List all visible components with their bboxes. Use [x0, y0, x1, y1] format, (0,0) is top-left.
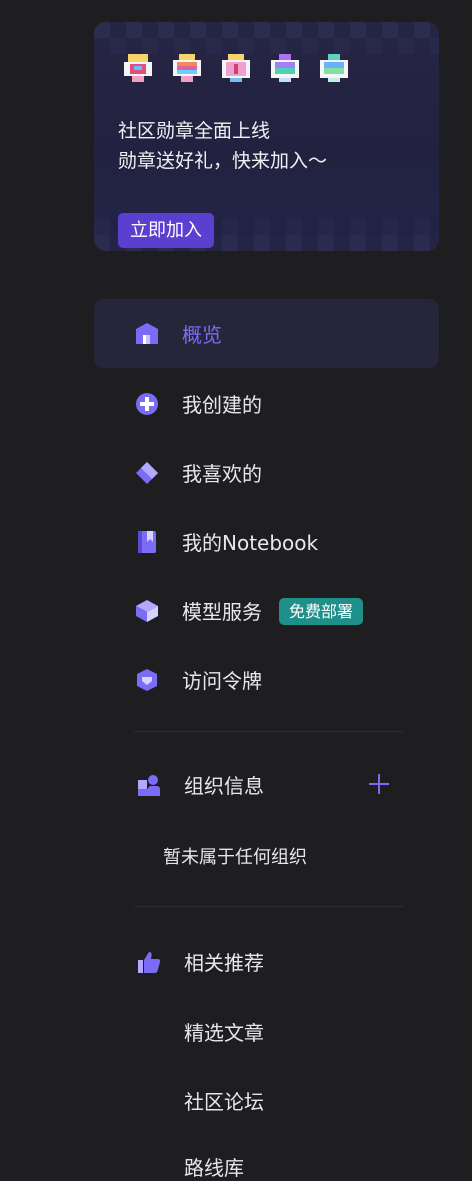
nav-label: 我创建的 [182, 393, 262, 417]
recommend-section-header: 相关推荐 [94, 927, 439, 996]
diamond-icon [134, 460, 160, 486]
nav-item-my-created[interactable]: 我创建的 [94, 369, 439, 438]
home-icon [134, 321, 160, 347]
badge-icon [124, 54, 152, 82]
free-deploy-badge: 免费部署 [279, 598, 364, 625]
divider [134, 906, 404, 907]
banner-line-2: 勋章送好礼，快来加入～ [118, 150, 328, 172]
community-badge-banner: 社区勋章全面上线 勋章送好礼，快来加入～ 立即加入 [94, 22, 439, 251]
link-featured-articles[interactable]: 精选文章 [184, 1017, 264, 1046]
badge-icon [271, 54, 299, 82]
link-community-forum[interactable]: 社区论坛 [184, 1086, 264, 1115]
thumbs-up-icon [136, 949, 162, 975]
token-icon [134, 667, 160, 693]
cube-icon [134, 598, 160, 624]
nav-label: 概览 [182, 323, 222, 347]
banner-line-1: 社区勋章全面上线 [118, 120, 271, 142]
nav-item-model-service[interactable]: 模型服务 免费部署 [94, 576, 439, 645]
badge-icon [222, 54, 250, 82]
org-empty-text: 暂未属于任何组织 [163, 847, 307, 868]
nav-label: 我的Notebook [182, 531, 319, 555]
divider [134, 731, 404, 732]
banner-text: 社区勋章全面上线 勋章送好礼，快来加入～ [118, 116, 327, 176]
nav-item-my-liked[interactable]: 我喜欢的 [94, 438, 439, 507]
add-org-icon[interactable] [366, 771, 392, 797]
recommend-title: 相关推荐 [184, 951, 264, 975]
link-roadmap[interactable]: 路线库 [184, 1152, 244, 1181]
nav-item-access-token[interactable]: 访问令牌 [94, 645, 439, 714]
nav-item-overview[interactable]: 概览 [94, 299, 439, 368]
badge-icon [173, 54, 201, 82]
org-title: 组织信息 [184, 774, 264, 798]
nav-label: 我喜欢的 [182, 462, 262, 486]
plus-circle-icon [134, 391, 160, 417]
banner-pattern [94, 22, 439, 38]
nav-item-my-notebook[interactable]: 我的Notebook [94, 507, 439, 576]
nav-label: 访问令牌 [182, 669, 262, 693]
org-icon [136, 772, 162, 798]
badge-row [120, 50, 352, 86]
join-now-button[interactable]: 立即加入 [118, 213, 214, 248]
notebook-icon [134, 529, 160, 555]
nav-label: 模型服务 [182, 600, 262, 624]
badge-icon [320, 54, 348, 82]
